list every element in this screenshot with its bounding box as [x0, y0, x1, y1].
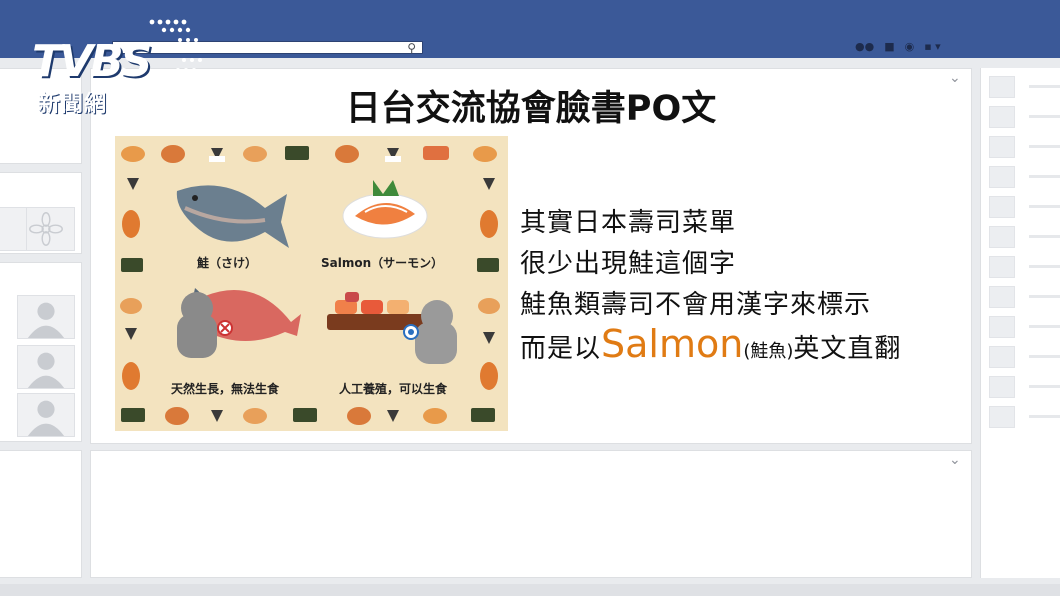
contact-row[interactable] — [985, 164, 1060, 190]
contact-name-line — [1029, 355, 1060, 358]
contact-avatar — [989, 226, 1015, 248]
contact-avatar — [989, 316, 1015, 338]
sashimi-plate — [342, 180, 428, 239]
whole-salmon-fish — [176, 185, 289, 248]
border-food-top — [121, 145, 497, 163]
friend-avatar-3[interactable] — [17, 393, 75, 437]
person-silhouette-icon — [27, 302, 65, 338]
contact-avatar — [989, 406, 1015, 428]
friend-requests-icon[interactable]: ●● — [855, 40, 874, 54]
contact-name-line — [1029, 265, 1060, 268]
contact-avatar — [989, 196, 1015, 218]
friend-avatar-2[interactable] — [17, 345, 75, 389]
right-sidebar — [980, 68, 1060, 578]
page-title: 日台交流協會臉書PO文 — [345, 89, 717, 129]
contact-avatar — [989, 346, 1015, 368]
contact-name-line — [1029, 115, 1060, 118]
messages-icon[interactable]: ■ — [884, 40, 894, 54]
contact-name-line — [1029, 295, 1060, 298]
border-food-right — [477, 178, 500, 390]
contact-row[interactable] — [985, 104, 1060, 130]
friend-avatar-1[interactable] — [17, 295, 75, 339]
border-food-bottom — [121, 407, 495, 425]
contact-name-line — [1029, 175, 1060, 178]
top-icon-group: ●● ■ ◉ ▪ ▾ — [855, 40, 941, 54]
contact-row[interactable] — [985, 374, 1060, 400]
next-post-card: ⌄ — [90, 450, 972, 578]
caption-farmed: 人工養殖，可以生食 — [339, 382, 448, 396]
line4-paren: (鮭魚) — [743, 341, 794, 362]
contact-name-line — [1029, 235, 1060, 238]
contact-name-line — [1029, 325, 1060, 328]
contact-row[interactable] — [985, 224, 1060, 250]
contact-avatar — [989, 286, 1015, 308]
caption-wild: 天然生長，無法生食 — [171, 382, 280, 396]
contact-row[interactable] — [985, 314, 1060, 340]
contact-name-line — [1029, 145, 1060, 148]
contact-avatar — [989, 136, 1015, 158]
contact-avatar — [989, 166, 1015, 188]
salmon-highlight: Salmon — [601, 322, 744, 366]
contact-avatar — [989, 106, 1015, 128]
caption-sake: 鮭（さけ） — [197, 256, 258, 270]
contact-row[interactable] — [985, 134, 1060, 160]
contact-avatar — [989, 76, 1015, 98]
person-silhouette-icon — [27, 400, 65, 436]
contact-name-line — [1029, 385, 1060, 388]
text-line-1: 其實日本壽司菜單 — [520, 208, 737, 238]
contact-row[interactable] — [985, 194, 1060, 220]
left-card-3 — [0, 262, 82, 442]
contact-row[interactable] — [985, 74, 1060, 100]
chevron-down-icon[interactable]: ⌄ — [949, 453, 961, 467]
text-line-4: 而是以Salmon(鮭魚)英文直翻 — [520, 322, 901, 366]
line4-prefix: 而是以 — [520, 334, 602, 364]
contact-row[interactable] — [985, 284, 1060, 310]
contact-name-line — [1029, 415, 1060, 418]
contact-name-line — [1029, 205, 1060, 208]
account-menu-icon[interactable]: ▪ ▾ — [924, 40, 940, 54]
salmon-cut-with-cat — [177, 288, 301, 358]
notifications-icon[interactable]: ◉ — [905, 40, 915, 54]
contact-row[interactable] — [985, 344, 1060, 370]
text-line-3: 鮭魚類壽司不會用漢字來標示 — [520, 290, 872, 320]
person-silhouette-icon — [27, 352, 65, 388]
contact-avatar — [989, 256, 1015, 278]
bottom-strip — [0, 584, 1060, 596]
left-card-4 — [0, 450, 82, 578]
contact-avatar — [989, 376, 1015, 398]
sushi-with-cat — [327, 292, 457, 364]
left-card-2 — [0, 172, 82, 254]
salmon-illustration: 鮭（さけ） Salmon（サーモン） 天然生長，無法生食 人工養殖，可以生食 — [115, 136, 508, 431]
border-food-left — [120, 178, 143, 390]
text-line-2: 很少出現鮭這個字 — [520, 249, 737, 279]
search-icon[interactable]: ⚲ — [407, 39, 416, 57]
thumbnail-partial[interactable] — [0, 207, 27, 251]
contact-name-line — [1029, 85, 1060, 88]
contact-row[interactable] — [985, 254, 1060, 280]
caption-salmon: Salmon（サーモン） — [321, 256, 444, 270]
contact-row[interactable] — [985, 404, 1060, 430]
line4-suffix: 英文直翻 — [793, 334, 902, 364]
